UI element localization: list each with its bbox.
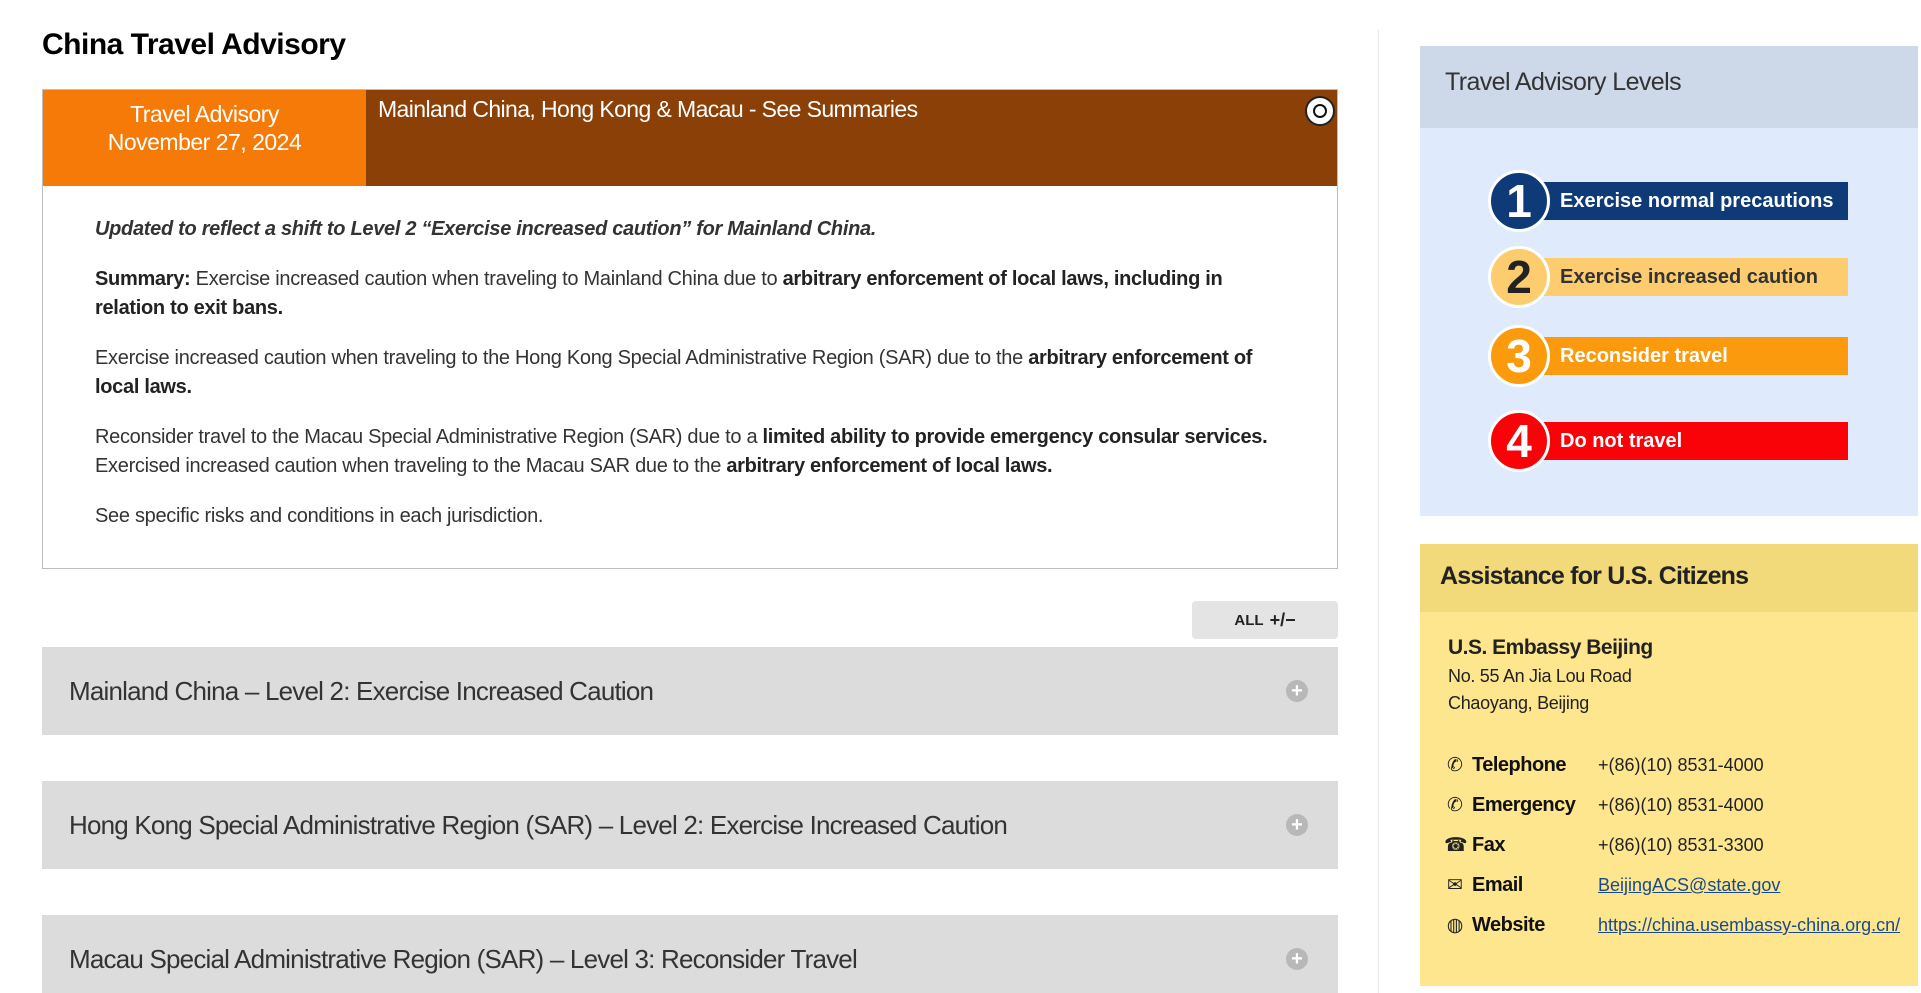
macau-text-2: Exercised increased caution when traveli… <box>95 455 727 477</box>
assistance-header: Assistance for U.S. Citizens <box>1420 544 1918 612</box>
contact-emergency: ✆ Emergency +(86)(10) 8531-4000 <box>1444 792 1914 822</box>
contact-value: +(86)(10) 8531-3300 <box>1598 835 1764 855</box>
levels-header: Travel Advisory Levels <box>1420 46 1918 128</box>
plus-minus-icon: +/− <box>1269 609 1296 630</box>
level-number-badge: 4 <box>1488 410 1550 472</box>
level-4[interactable]: Do not travel 4 <box>1488 410 1848 472</box>
advisory-date-block: Travel Advisory November 27, 2024 <box>43 90 366 186</box>
level-bar: Exercise normal precautions <box>1516 182 1848 220</box>
contact-label: Emergency <box>1472 794 1576 816</box>
advisory-collapse-toggle[interactable] <box>1305 96 1335 126</box>
page-title: China Travel Advisory <box>42 28 346 61</box>
closing-paragraph: See specific risks and conditions in eac… <box>95 505 544 527</box>
level-label: Reconsider travel <box>1560 345 1728 367</box>
assistance-panel: Assistance for U.S. Citizens U.S. Embass… <box>1420 544 1918 986</box>
accordion-label: Macau Special Administrative Region (SAR… <box>69 944 858 974</box>
advisory-header: Travel Advisory November 27, 2024 Mainla… <box>43 90 1337 186</box>
website-link[interactable]: https://china.usembassy-china.org.cn/ <box>1598 915 1900 936</box>
plus-circle-icon: + <box>1286 680 1308 702</box>
travel-advisory-levels-panel: Travel Advisory Levels Exercise normal p… <box>1420 46 1918 516</box>
advisory-summary: Updated to reflect a shift to Level 2 “E… <box>95 215 1295 552</box>
contact-value: +(86)(10) 8531-4000 <box>1598 795 1764 815</box>
embassy-name: U.S. Embassy Beijing <box>1448 636 1653 659</box>
advisory-date: November 27, 2024 <box>107 129 302 155</box>
level-label: Do not travel <box>1560 430 1683 452</box>
accordion-label: Mainland China – Level 2: Exercise Incre… <box>69 676 654 706</box>
advisory-title-block: Mainland China, Hong Kong & Macau - See … <box>366 90 1337 186</box>
contact-email: ✉ Email BeijingACS@state.gov <box>1444 872 1914 902</box>
address-line-1: No. 55 An Jia Lou Road <box>1448 666 1632 686</box>
contact-value: +(86)(10) 8531-4000 <box>1598 755 1764 775</box>
fax-icon: ☎ <box>1444 835 1468 856</box>
level-bar: Exercise increased caution <box>1516 258 1848 296</box>
level-1[interactable]: Exercise normal precautions 1 <box>1488 170 1848 232</box>
globe-icon: ◍ <box>1446 915 1464 936</box>
plus-circle-icon: + <box>1286 814 1308 836</box>
accordion-label: Hong Kong Special Administrative Region … <box>69 810 1008 840</box>
level-label: Exercise normal precautions <box>1560 190 1834 212</box>
macau-bold-1: limited ability to provide emergency con… <box>762 426 1268 448</box>
expand-all-label: ALL <box>1234 611 1264 629</box>
plus-circle-icon: + <box>1286 948 1308 970</box>
summary-text: Exercise increased caution when travelin… <box>190 268 783 290</box>
level-bar: Do not travel <box>1516 422 1848 460</box>
accordion-macau[interactable]: Macau Special Administrative Region (SAR… <box>42 915 1338 993</box>
phone-icon: ✆ <box>1447 755 1463 776</box>
contact-label: Telephone <box>1472 754 1567 776</box>
macau-paragraph: Reconsider travel to the Macau Special A… <box>95 423 1295 481</box>
level-number-badge: 3 <box>1488 325 1550 387</box>
macau-text-1: Reconsider travel to the Macau Special A… <box>95 426 763 448</box>
circle-toggle-icon <box>1313 104 1327 118</box>
expand-all-button[interactable]: ALL +/− <box>1192 601 1338 639</box>
address-line-2: Chaoyang, Beijing <box>1448 693 1590 713</box>
level-number-badge: 1 <box>1488 170 1550 232</box>
phone-icon: ✆ <box>1447 795 1463 816</box>
contact-telephone: ✆ Telephone +(86)(10) 8531-4000 <box>1444 752 1914 782</box>
envelope-icon: ✉ <box>1447 875 1463 896</box>
advisory-label: Travel Advisory <box>130 101 279 127</box>
email-link[interactable]: BeijingACS@state.gov <box>1598 875 1780 896</box>
levels-title: Travel Advisory Levels <box>1445 68 1682 96</box>
level-label: Exercise increased caution <box>1560 266 1818 288</box>
summary-label: Summary: <box>95 268 191 290</box>
accordion-mainland-china[interactable]: Mainland China – Level 2: Exercise Incre… <box>42 647 1338 735</box>
level-2[interactable]: Exercise increased caution 2 <box>1488 246 1848 308</box>
level-number-badge: 2 <box>1488 246 1550 308</box>
advisory-box: Travel Advisory November 27, 2024 Mainla… <box>42 89 1338 569</box>
contact-label: Fax <box>1472 834 1505 856</box>
level-bar: Reconsider travel <box>1516 337 1848 375</box>
summary-paragraph: Summary: Exercise increased caution when… <box>95 265 1295 323</box>
macau-bold-2: arbitrary enforcement of local laws. <box>726 455 1053 477</box>
hong-kong-paragraph: Exercise increased caution when travelin… <box>95 344 1295 402</box>
contact-label: Website <box>1472 914 1545 936</box>
update-note: Updated to reflect a shift to Level 2 “E… <box>95 218 877 240</box>
column-divider <box>1378 30 1379 993</box>
contact-fax: ☎ Fax +(86)(10) 8531-3300 <box>1444 832 1914 862</box>
hk-text: Exercise increased caution when travelin… <box>95 347 1029 369</box>
contact-label: Email <box>1472 874 1523 896</box>
assistance-title: Assistance for U.S. Citizens <box>1440 562 1749 590</box>
advisory-region-title: Mainland China, Hong Kong & Macau - See … <box>378 96 918 122</box>
contact-website: ◍ Website https://china.usembassy-china.… <box>1444 912 1914 942</box>
accordion-hong-kong[interactable]: Hong Kong Special Administrative Region … <box>42 781 1338 869</box>
level-3[interactable]: Reconsider travel 3 <box>1488 325 1848 387</box>
